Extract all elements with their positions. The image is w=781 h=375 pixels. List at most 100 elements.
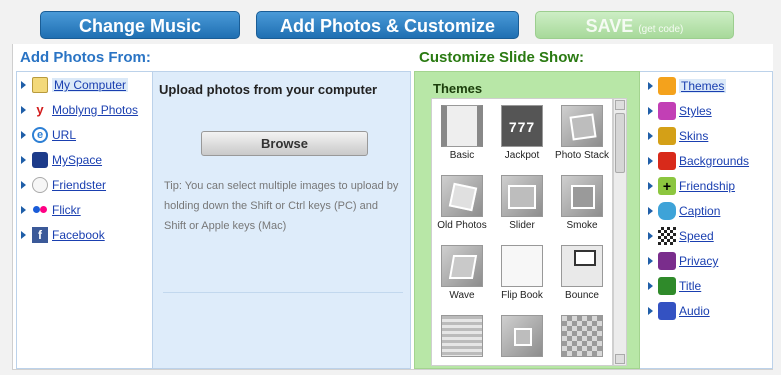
option-link[interactable]: Themes	[679, 79, 727, 93]
theme-grid-scrollbar[interactable]	[613, 98, 627, 366]
scroll-thumb[interactable]	[615, 113, 625, 173]
theme-thumbnail	[561, 105, 603, 147]
source-link[interactable]: MySpace	[52, 153, 102, 167]
option-link[interactable]: Title	[679, 279, 701, 293]
save-button[interactable]: SAVE (get code)	[535, 11, 734, 39]
theme-label: Old Photos	[437, 220, 487, 231]
expand-arrow-icon	[648, 132, 653, 140]
themes-panel: Themes Basic 777 Jackpot Photo Stack Old…	[414, 71, 640, 369]
option-speed[interactable]: Speed	[648, 226, 714, 246]
source-myspace[interactable]: MySpace	[21, 151, 102, 169]
source-link[interactable]: URL	[52, 128, 76, 142]
theme-jackpot[interactable]: 777 Jackpot	[492, 105, 552, 175]
option-link[interactable]: Caption	[679, 204, 720, 218]
theme-thumbnail	[561, 245, 603, 287]
theme-partial-2[interactable]	[492, 315, 552, 365]
source-link[interactable]: Flickr	[52, 203, 81, 217]
scroll-up-arrow-icon[interactable]	[615, 100, 625, 110]
source-link[interactable]: Facebook	[52, 228, 105, 242]
theme-partial-1[interactable]	[432, 315, 492, 365]
option-privacy[interactable]: Privacy	[648, 251, 718, 271]
upload-tip: Tip: You can select multiple images to u…	[164, 180, 399, 232]
option-friendship[interactable]: + Friendship	[648, 176, 735, 196]
theme-wave[interactable]: Wave	[432, 245, 492, 315]
theme-thumbnail	[561, 315, 603, 357]
theme-old-photos[interactable]: Old Photos	[432, 175, 492, 245]
expand-arrow-icon	[648, 157, 653, 165]
source-flickr[interactable]: Flickr	[21, 201, 81, 219]
source-link[interactable]: My Computer	[52, 78, 129, 92]
theme-bounce[interactable]: Bounce	[552, 245, 612, 315]
expand-arrow-icon	[21, 231, 26, 239]
bottom-edge	[12, 369, 773, 375]
scroll-down-arrow-icon[interactable]	[615, 354, 625, 364]
option-link[interactable]: Speed	[679, 229, 714, 243]
source-link[interactable]: Moblyng Photos	[52, 103, 138, 117]
divider	[163, 292, 403, 293]
expand-arrow-icon	[21, 206, 26, 214]
source-moblyng-photos[interactable]: y Moblyng Photos	[21, 101, 138, 119]
expand-arrow-icon	[21, 156, 26, 164]
browse-button[interactable]: Browse	[201, 131, 368, 156]
photo-source-list: My Computer y Moblyng Photos e URL MySpa…	[16, 71, 152, 369]
option-link[interactable]: Skins	[679, 129, 708, 143]
expand-arrow-icon	[21, 106, 26, 114]
checker-icon	[658, 227, 676, 245]
source-my-computer[interactable]: My Computer	[21, 76, 129, 94]
theme-photo-stack[interactable]: Photo Stack	[552, 105, 612, 175]
option-link[interactable]: Friendship	[679, 179, 735, 193]
upload-title: Upload photos from your computer	[159, 82, 378, 97]
option-backgrounds[interactable]: Backgrounds	[648, 151, 749, 171]
friendster-icon	[32, 177, 48, 193]
theme-thumbnail	[501, 245, 543, 287]
fire-icon	[658, 152, 676, 170]
expand-arrow-icon	[648, 257, 653, 265]
theme-label: Jackpot	[504, 150, 540, 161]
theme-label: Photo Stack	[555, 150, 609, 161]
expand-arrow-icon	[648, 282, 653, 290]
theme-thumbnail	[561, 175, 603, 217]
option-link[interactable]: Styles	[679, 104, 712, 118]
expand-arrow-icon	[21, 81, 26, 89]
theme-label: Basic	[449, 150, 475, 161]
option-link[interactable]: Privacy	[679, 254, 718, 268]
option-themes[interactable]: Themes	[648, 76, 727, 96]
expand-arrow-icon	[648, 107, 653, 115]
theme-thumbnail	[441, 245, 483, 287]
starburst-icon	[658, 127, 676, 145]
option-title[interactable]: Title	[648, 276, 701, 296]
theme-flip-book[interactable]: Flip Book	[492, 245, 552, 315]
themes-title: Themes	[433, 81, 483, 96]
sparkle-icon	[658, 102, 676, 120]
source-link[interactable]: Friendster	[52, 178, 106, 192]
add-photos-customize-button[interactable]: Add Photos & Customize	[256, 11, 519, 39]
customize-slideshow-heading: Customize Slide Show:	[419, 49, 585, 66]
theme-label: Smoke	[566, 220, 598, 231]
option-link[interactable]: Backgrounds	[679, 154, 749, 168]
source-facebook[interactable]: f Facebook	[21, 226, 105, 244]
flickr-icon	[32, 202, 48, 218]
option-styles[interactable]: Styles	[648, 101, 712, 121]
expand-arrow-icon	[648, 207, 653, 215]
save-label: SAVE	[585, 16, 634, 36]
theme-label: Slider	[509, 220, 535, 231]
folder-icon	[32, 77, 48, 93]
option-caption[interactable]: Caption	[648, 201, 720, 221]
theme-smoke[interactable]: Smoke	[552, 175, 612, 245]
theme-slider[interactable]: Slider	[492, 175, 552, 245]
source-url[interactable]: e URL	[21, 126, 76, 144]
theme-partial-3[interactable]	[552, 315, 612, 365]
expand-arrow-icon	[648, 82, 653, 90]
option-skins[interactable]: Skins	[648, 126, 708, 146]
theme-thumbnail	[501, 315, 543, 357]
option-link[interactable]: Audio	[679, 304, 710, 318]
change-music-button[interactable]: Change Music	[40, 11, 240, 39]
source-friendster[interactable]: Friendster	[21, 176, 106, 194]
moblyng-icon: y	[32, 102, 48, 118]
theme-basic[interactable]: Basic	[432, 105, 492, 175]
option-audio[interactable]: Audio	[648, 301, 710, 321]
caption-icon	[658, 202, 676, 220]
expand-arrow-icon	[648, 182, 653, 190]
expand-arrow-icon	[648, 232, 653, 240]
add-photos-from-heading: Add Photos From:	[20, 49, 151, 66]
